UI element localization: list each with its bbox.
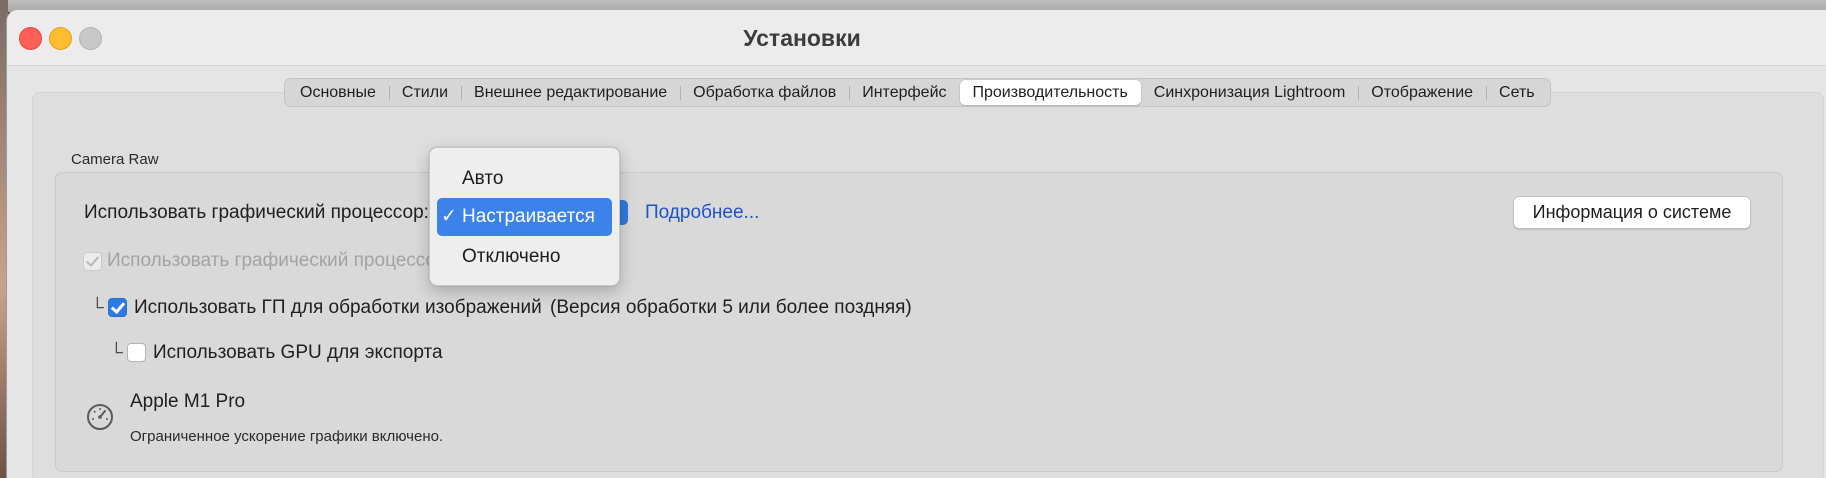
tab-general[interactable]: Основные xyxy=(287,80,389,105)
camera-raw-group-label: Camera Raw xyxy=(71,151,159,168)
title-bar: Установки xyxy=(7,10,1826,66)
menu-item-label: Настраивается xyxy=(462,206,595,227)
use-gpu-label: Использовать графический процессор: xyxy=(84,202,429,223)
learn-more-link[interactable]: Подробнее... xyxy=(645,202,759,224)
tab-interface[interactable]: Интерфейс xyxy=(849,80,959,105)
tab-file-handling[interactable]: Обработка файлов xyxy=(680,80,849,105)
use-gpu-checkbox-disabled xyxy=(83,252,102,271)
menu-item-label: Авто xyxy=(462,168,504,189)
gpu-status-text: Ограниченное ускорение графики включено. xyxy=(130,428,444,445)
gpu-name: Apple M1 Pro xyxy=(130,391,246,412)
tree-connector-icon: └ xyxy=(91,297,104,317)
tab-display[interactable]: Отображение xyxy=(1358,80,1486,105)
tab-presets[interactable]: Стили xyxy=(388,80,461,105)
tab-performance[interactable]: Производительность xyxy=(959,80,1141,105)
menu-item-auto[interactable]: Авто xyxy=(437,160,612,198)
tab-network[interactable]: Сеть xyxy=(1486,80,1548,105)
menu-item-custom[interactable]: ✓ Настраивается xyxy=(437,198,612,236)
gpu-image-processing-label[interactable]: Использовать ГП для обработки изображени… xyxy=(134,297,542,319)
process-version-note: (Версия обработки 5 или более поздняя) xyxy=(550,297,912,318)
system-info-button[interactable]: Информация о системе xyxy=(1513,196,1751,229)
preferences-tab-bar: Основные Стили Внешнее редактирование Об… xyxy=(284,78,1551,107)
window-title: Установки xyxy=(743,25,861,51)
tree-connector-icon: └ xyxy=(110,342,123,362)
use-gpu-disabled-label: Использовать графический процессо xyxy=(107,250,437,271)
tab-lightroom-sync[interactable]: Синхронизация Lightroom xyxy=(1141,80,1359,105)
menu-item-off[interactable]: Отключено xyxy=(437,238,612,276)
gpu-export-label[interactable]: Использовать GPU для экспорта xyxy=(153,342,443,364)
gpu-mode-dropdown-menu: Авто ✓ Настраивается Отключено xyxy=(429,147,620,286)
menu-item-label: Отключено xyxy=(462,246,561,267)
gpu-export-checkbox[interactable] xyxy=(127,343,146,362)
checkmark-icon: ✓ xyxy=(441,206,457,227)
tab-external-editing[interactable]: Внешнее редактирование xyxy=(461,80,680,105)
speedometer-icon xyxy=(87,404,113,430)
gpu-image-processing-checkbox[interactable] xyxy=(108,298,127,317)
